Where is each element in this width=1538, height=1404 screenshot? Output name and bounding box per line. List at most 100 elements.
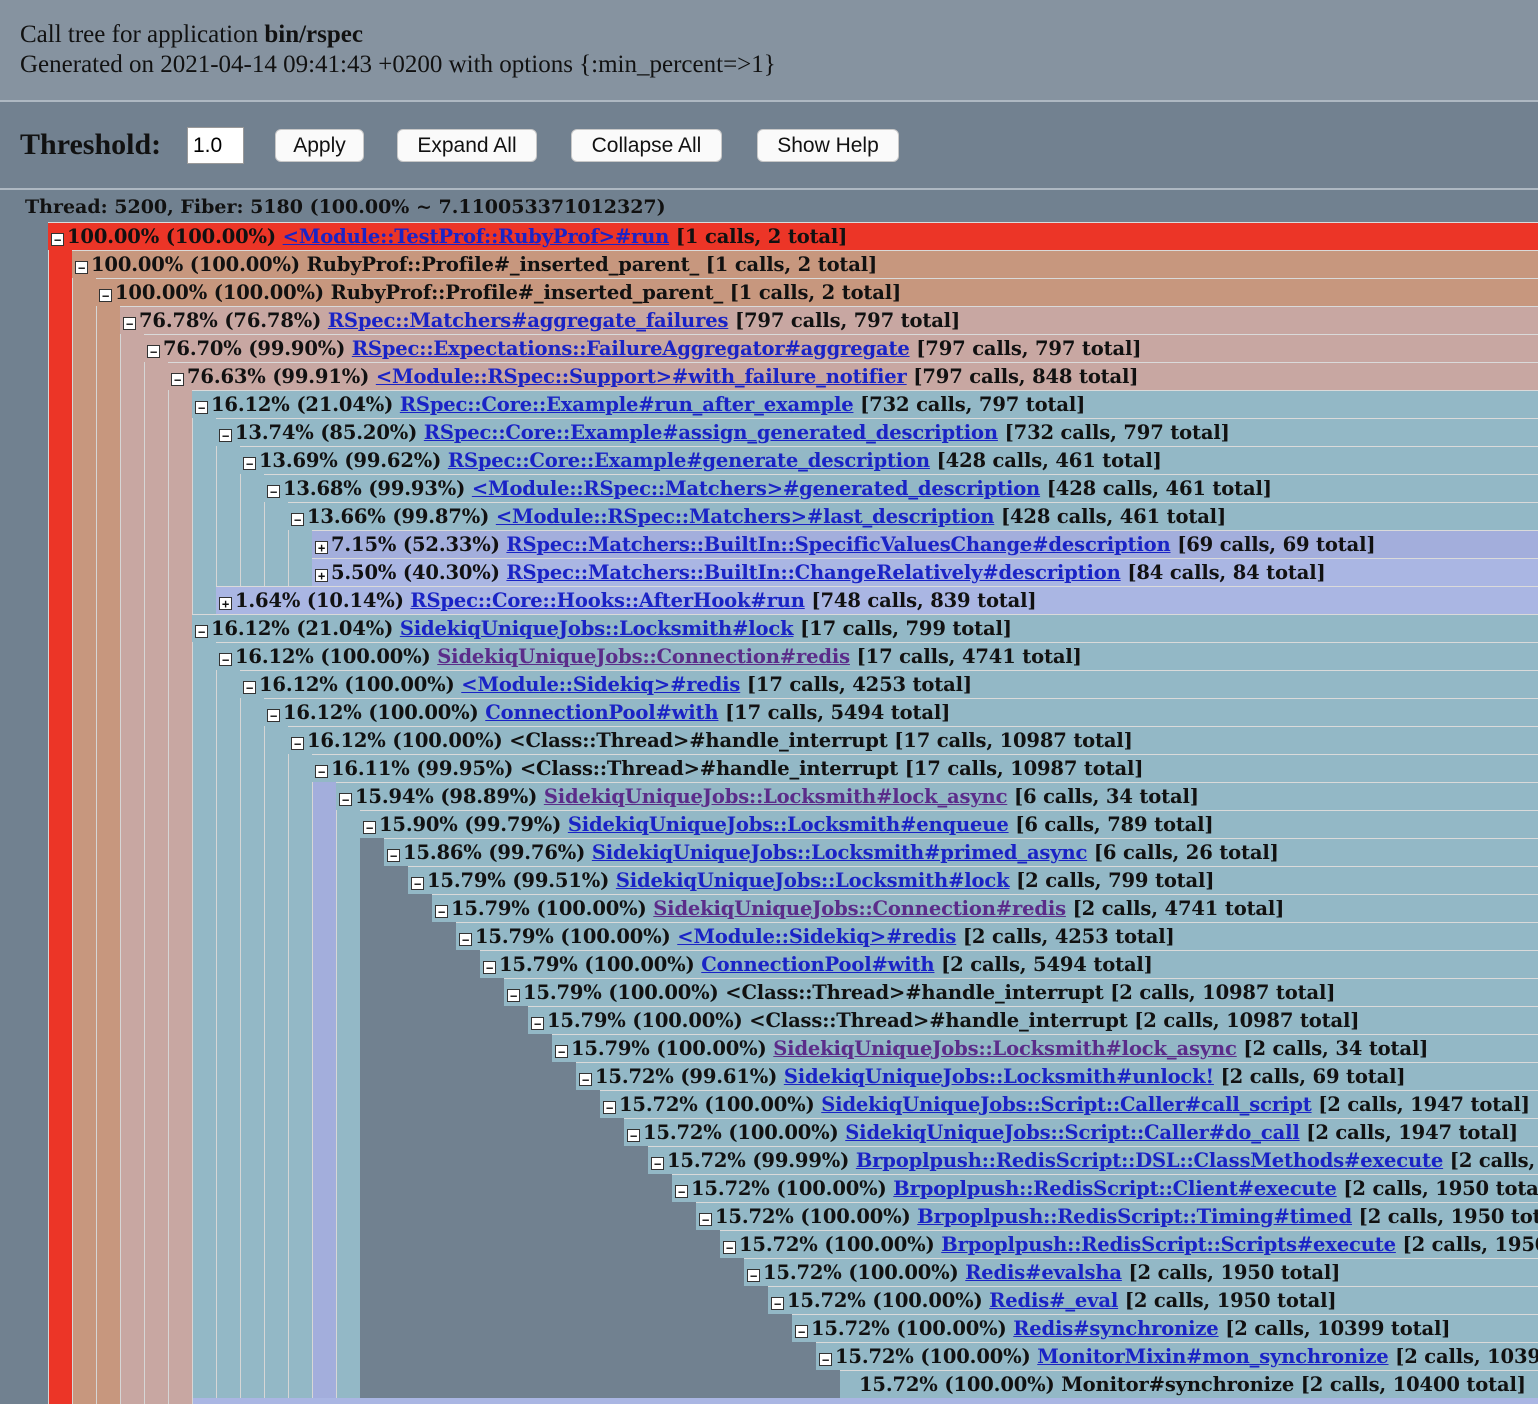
tree-row[interactable]: −15.72% (99.99%) Brpoplpush::RedisScript… bbox=[648, 1146, 1538, 1174]
collapse-icon[interactable]: − bbox=[555, 1045, 568, 1058]
tree-row[interactable]: −15.79% (100.00%) SidekiqUniqueJobs::Con… bbox=[432, 894, 1538, 922]
tree-row[interactable]: −76.70% (99.90%) RSpec::Expectations::Fa… bbox=[144, 334, 1538, 362]
method-link[interactable]: RSpec::Core::Example#generate_descriptio… bbox=[448, 449, 930, 472]
method-link[interactable]: RSpec::Core::Hooks::AfterHook#run bbox=[410, 589, 805, 612]
method-link[interactable]: SidekiqUniqueJobs::Connection#redis bbox=[653, 897, 1066, 920]
collapse-icon[interactable]: − bbox=[651, 1157, 664, 1170]
method-link[interactable]: RSpec::Core::Example#run_after_example bbox=[400, 393, 854, 416]
expand-icon[interactable]: + bbox=[219, 597, 232, 610]
collapse-icon[interactable]: − bbox=[243, 457, 256, 470]
tree-row[interactable]: −15.72% (100.00%) Brpoplpush::RedisScrip… bbox=[720, 1230, 1538, 1258]
expand-icon[interactable]: + bbox=[315, 569, 328, 582]
method-link[interactable]: Redis#_eval bbox=[989, 1289, 1118, 1312]
method-link[interactable]: <Module::RSpec::Support>#with_failure_no… bbox=[376, 365, 907, 388]
tree-row[interactable]: −15.72% (100.00%) Redis#evalsha [2 calls… bbox=[744, 1258, 1538, 1286]
tree-row[interactable]: −100.00% (100.00%) <Module::TestProf::Ru… bbox=[48, 222, 1538, 250]
tree-row[interactable]: −100.00% (100.00%) RubyProf::Profile#_in… bbox=[96, 278, 1538, 306]
tree-row[interactable]: −13.68% (99.93%) <Module::RSpec::Matcher… bbox=[264, 474, 1538, 502]
collapse-icon[interactable]: − bbox=[219, 653, 232, 666]
method-link[interactable]: MonitorMixin#mon_synchronize bbox=[1037, 1345, 1388, 1368]
collapse-icon[interactable]: − bbox=[267, 485, 280, 498]
collapse-icon[interactable]: − bbox=[75, 261, 88, 274]
collapse-all-button[interactable]: Collapse All bbox=[571, 129, 722, 162]
collapse-icon[interactable]: − bbox=[819, 1353, 832, 1366]
method-link[interactable]: <Module::TestProf::RubyProf>#run bbox=[283, 225, 670, 248]
tree-row[interactable]: 15.72% (100.00%) Monitor#synchronize [2 … bbox=[840, 1370, 1538, 1398]
show-help-button[interactable]: Show Help bbox=[757, 129, 899, 162]
tree-row[interactable]: −16.12% (100.00%) ConnectionPool#with [1… bbox=[264, 698, 1538, 726]
collapse-icon[interactable]: − bbox=[459, 933, 472, 946]
tree-row[interactable]: −16.11% (99.95%) <Class::Thread>#handle_… bbox=[312, 754, 1538, 782]
collapse-icon[interactable]: − bbox=[675, 1185, 688, 1198]
method-link[interactable]: Brpoplpush::RedisScript::DSL::ClassMetho… bbox=[856, 1149, 1443, 1172]
collapse-icon[interactable]: − bbox=[267, 709, 280, 722]
collapse-icon[interactable]: − bbox=[291, 737, 304, 750]
tree-row[interactable]: −13.69% (99.62%) RSpec::Core::Example#ge… bbox=[240, 446, 1538, 474]
collapse-icon[interactable]: − bbox=[579, 1073, 592, 1086]
collapse-icon[interactable]: − bbox=[339, 793, 352, 806]
tree-row[interactable]: −76.78% (76.78%) RSpec::Matchers#aggrega… bbox=[120, 306, 1538, 334]
tree-row[interactable]: −16.12% (100.00%) <Class::Thread>#handle… bbox=[288, 726, 1538, 754]
collapse-icon[interactable]: − bbox=[507, 989, 520, 1002]
collapse-icon[interactable]: − bbox=[603, 1101, 616, 1114]
collapse-icon[interactable]: − bbox=[435, 905, 448, 918]
tree-row[interactable]: −15.72% (100.00%) MonitorMixin#mon_synch… bbox=[816, 1342, 1538, 1370]
method-link[interactable]: RSpec::Expectations::FailureAggregator#a… bbox=[352, 337, 910, 360]
apply-button[interactable]: Apply bbox=[275, 129, 364, 162]
expand-all-button[interactable]: Expand All bbox=[397, 129, 537, 162]
method-link[interactable]: SidekiqUniqueJobs::Script::Caller#call_s… bbox=[821, 1093, 1311, 1116]
tree-row[interactable]: +7.15% (52.33%) RSpec::Matchers::BuiltIn… bbox=[312, 530, 1538, 558]
tree-row[interactable]: −15.79% (100.00%) <Module::Sidekiq>#redi… bbox=[456, 922, 1538, 950]
method-link[interactable]: ConnectionPool#with bbox=[485, 701, 718, 724]
collapse-icon[interactable]: − bbox=[531, 1017, 544, 1030]
tree-row[interactable]: −16.12% (21.04%) RSpec::Core::Example#ru… bbox=[192, 390, 1538, 418]
tree-row[interactable]: −16.12% (100.00%) SidekiqUniqueJobs::Con… bbox=[216, 642, 1538, 670]
tree-row[interactable]: −15.79% (99.51%) SidekiqUniqueJobs::Lock… bbox=[408, 866, 1538, 894]
collapse-icon[interactable]: − bbox=[99, 289, 112, 302]
collapse-icon[interactable]: − bbox=[171, 373, 184, 386]
method-link[interactable]: SidekiqUniqueJobs::Locksmith#enqueue bbox=[568, 813, 1009, 836]
collapse-icon[interactable]: − bbox=[219, 429, 232, 442]
tree-row[interactable]: −16.12% (100.00%) <Module::Sidekiq>#redi… bbox=[240, 670, 1538, 698]
tree-row[interactable]: +1.64% (10.14%) RSpec::Core::Hooks::Afte… bbox=[216, 586, 1538, 614]
collapse-icon[interactable]: − bbox=[771, 1297, 784, 1310]
method-link[interactable]: SidekiqUniqueJobs::Connection#redis bbox=[437, 645, 850, 668]
collapse-icon[interactable]: − bbox=[723, 1241, 736, 1254]
collapse-icon[interactable]: − bbox=[747, 1269, 760, 1282]
method-link[interactable]: ConnectionPool#with bbox=[701, 953, 934, 976]
tree-row[interactable]: −13.74% (85.20%) RSpec::Core::Example#as… bbox=[216, 418, 1538, 446]
method-link[interactable]: RSpec::Matchers#aggregate_failures bbox=[328, 309, 729, 332]
collapse-icon[interactable]: − bbox=[483, 961, 496, 974]
method-link[interactable]: RSpec::Matchers::BuiltIn::SpecificValues… bbox=[506, 533, 1170, 556]
method-link[interactable]: SidekiqUniqueJobs::Locksmith#lock_async bbox=[773, 1037, 1237, 1060]
method-link[interactable]: Redis#evalsha bbox=[965, 1261, 1122, 1284]
method-link[interactable]: SidekiqUniqueJobs::Locksmith#unlock! bbox=[784, 1065, 1214, 1088]
tree-row[interactable]: −15.86% (99.76%) SidekiqUniqueJobs::Lock… bbox=[384, 838, 1538, 866]
method-link[interactable]: SidekiqUniqueJobs::Script::Caller#do_cal… bbox=[845, 1121, 1300, 1144]
tree-row[interactable]: −15.72% (100.00%) Brpoplpush::RedisScrip… bbox=[672, 1174, 1538, 1202]
collapse-icon[interactable]: − bbox=[243, 681, 256, 694]
method-link[interactable]: SidekiqUniqueJobs::Locksmith#lock bbox=[400, 617, 794, 640]
threshold-input[interactable] bbox=[187, 127, 244, 164]
collapse-icon[interactable]: − bbox=[699, 1213, 712, 1226]
method-link[interactable]: Brpoplpush::RedisScript::Timing#timed bbox=[917, 1205, 1352, 1228]
collapse-icon[interactable]: − bbox=[147, 345, 160, 358]
tree-row[interactable]: −15.79% (100.00%) SidekiqUniqueJobs::Loc… bbox=[552, 1034, 1538, 1062]
method-link[interactable]: SidekiqUniqueJobs::Locksmith#lock_async bbox=[544, 785, 1008, 808]
tree-row[interactable]: −15.94% (98.89%) SidekiqUniqueJobs::Lock… bbox=[336, 782, 1538, 810]
method-link[interactable]: <Module::RSpec::Matchers>#last_descripti… bbox=[496, 505, 995, 528]
collapse-icon[interactable]: − bbox=[195, 625, 208, 638]
method-link[interactable]: <Module::Sidekiq>#redis bbox=[461, 673, 740, 696]
expand-icon[interactable]: + bbox=[315, 541, 328, 554]
collapse-icon[interactable]: − bbox=[123, 317, 136, 330]
collapse-icon[interactable]: − bbox=[315, 765, 328, 778]
method-link[interactable]: RSpec::Matchers::BuiltIn::ChangeRelative… bbox=[506, 561, 1120, 584]
collapse-icon[interactable]: − bbox=[627, 1129, 640, 1142]
collapse-icon[interactable]: − bbox=[195, 401, 208, 414]
method-link[interactable]: Brpoplpush::RedisScript::Client#execute bbox=[893, 1177, 1337, 1200]
method-link[interactable]: Brpoplpush::RedisScript::Scripts#execute bbox=[941, 1233, 1396, 1256]
tree-row[interactable]: −15.79% (100.00%) <Class::Thread>#handle… bbox=[504, 978, 1538, 1006]
tree-row[interactable]: −15.72% (100.00%) Brpoplpush::RedisScrip… bbox=[696, 1202, 1538, 1230]
tree-row[interactable]: −15.72% (100.00%) Redis#synchronize [2 c… bbox=[792, 1314, 1538, 1342]
tree-row[interactable]: −15.72% (100.00%) SidekiqUniqueJobs::Scr… bbox=[624, 1118, 1538, 1146]
